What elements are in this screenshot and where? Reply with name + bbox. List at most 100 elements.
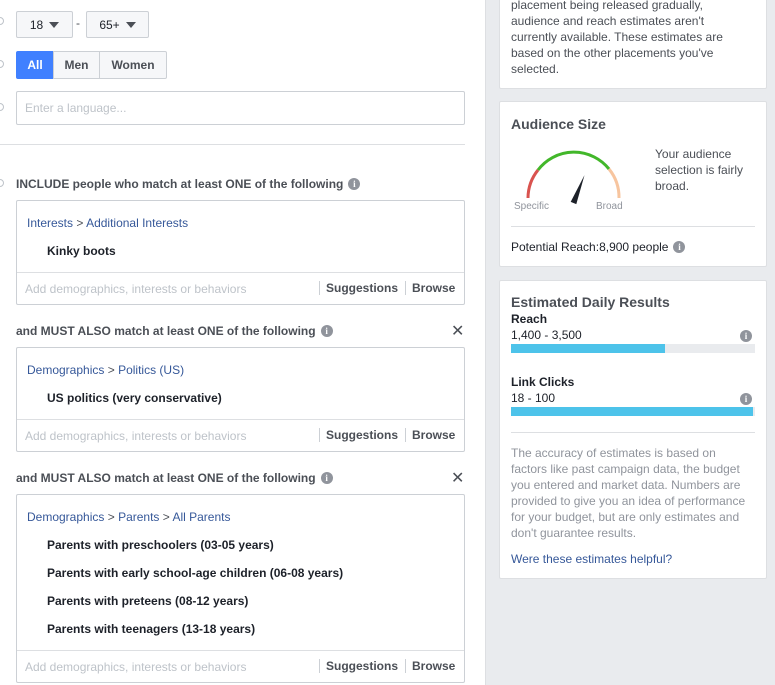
- age-max-select[interactable]: 65+: [86, 11, 149, 38]
- gauge-needle: [570, 175, 585, 205]
- link-clicks-label: Link Clicks: [511, 375, 575, 389]
- include-rule-label: INCLUDE people who match at least ONE of…: [16, 177, 361, 191]
- footer-separator: [319, 281, 320, 295]
- age-separator: -: [76, 16, 80, 30]
- info-icon[interactable]: i: [320, 325, 333, 337]
- gauge-arc-broad: [607, 168, 621, 199]
- potential-reach: Potential Reach:8,900 people i: [511, 240, 686, 254]
- breadcrumb: Demographics > Parents > All Parents: [27, 510, 231, 524]
- placement-note-line: audience and reach estimates aren't: [511, 14, 705, 28]
- info-icon[interactable]: i: [740, 330, 752, 342]
- footer-separator: [319, 659, 320, 673]
- disclaimer-line: provided to give you an idea of performa…: [511, 494, 746, 508]
- placement-note-line: based on the other placements you've: [511, 46, 714, 60]
- add-targeting-input[interactable]: Add demographics, interests or behaviors: [25, 660, 246, 674]
- targeting-item: Parents with preschoolers (03-05 years): [47, 538, 274, 552]
- language-input[interactable]: [16, 91, 465, 125]
- audience-description-line: broad.: [655, 179, 690, 193]
- targeting-box-footer: Add demographics, interests or behaviors…: [17, 650, 464, 682]
- close-icon[interactable]: ✕: [451, 471, 464, 487]
- reach-bar-fill: [511, 344, 665, 353]
- breadcrumb: Interests > Additional Interests: [27, 216, 189, 230]
- browse-button[interactable]: Browse: [412, 659, 455, 673]
- close-icon[interactable]: ✕: [451, 324, 464, 340]
- include-rule-text: INCLUDE people who match at least ONE of…: [16, 177, 344, 191]
- suggestions-button[interactable]: Suggestions: [326, 428, 398, 442]
- placement-note-line: selected.: [511, 62, 560, 76]
- add-targeting-input[interactable]: Add demographics, interests or behaviors: [25, 282, 246, 296]
- reach-label: Reach: [511, 312, 548, 326]
- targeting-box-footer: Add demographics, interests or behaviors…: [17, 419, 464, 451]
- section-divider: [0, 144, 465, 145]
- daily-results-title: Estimated Daily Results: [511, 294, 670, 310]
- link-clicks-bar-fill: [511, 407, 753, 416]
- footer-separator: [405, 281, 406, 295]
- disclaimer-line: The accuracy of estimates is based on: [511, 446, 716, 460]
- breadcrumb: Demographics > Politics (US): [27, 363, 185, 377]
- suggestions-button[interactable]: Suggestions: [326, 659, 398, 673]
- estimates-disclaimer: The accuracy of estimates is based on fa…: [511, 445, 763, 541]
- disclaimer-line: for your budget, but are only estimates …: [511, 510, 740, 524]
- info-icon[interactable]: i: [740, 393, 752, 405]
- language-row-marker: [0, 103, 4, 111]
- targeting-item: Parents with preteens (08-12 years): [47, 594, 249, 608]
- narrow-rule-label: and MUST ALSO match at least ONE of the …: [16, 324, 333, 338]
- add-targeting-input[interactable]: Add demographics, interests or behaviors: [25, 429, 246, 443]
- audience-description: Your audience selection is fairly broad.: [655, 146, 760, 194]
- narrow-rule-label: and MUST ALSO match at least ONE of the …: [16, 471, 333, 485]
- targeting-box-include: Interests > Additional Interests Kinky b…: [16, 200, 465, 305]
- placement-note-card: placement being released gradually, audi…: [499, 0, 767, 89]
- audience-targeting-panel: 18 - 65+ All Men Women INCLUDE people wh…: [0, 0, 485, 685]
- potential-reach-value: 8,900 people: [599, 240, 669, 254]
- audience-description-line: Your audience: [655, 147, 732, 161]
- footer-separator: [405, 428, 406, 442]
- link-clicks-bar: [511, 407, 755, 416]
- audience-gauge: Specific Broad: [514, 150, 623, 212]
- targeting-box-narrow-1: Demographics > Politics (US) US politics…: [16, 347, 465, 452]
- disclaimer-line: factors like past campaign data, the bud…: [511, 462, 740, 476]
- card-divider: [511, 226, 755, 227]
- chevron-down-icon: [49, 21, 60, 28]
- card-divider: [511, 432, 755, 433]
- audience-description-line: selection is fairly: [655, 163, 744, 177]
- reach-bar: [511, 344, 755, 353]
- gender-all-button[interactable]: All: [16, 51, 54, 79]
- breadcrumb-link-interests[interactable]: Interests: [27, 216, 73, 230]
- browse-button[interactable]: Browse: [412, 428, 455, 442]
- audience-size-card: Audience Size Specific Broad Your audien…: [499, 101, 767, 267]
- targeting-box-narrow-2: Demographics > Parents > All Parents Par…: [16, 494, 465, 683]
- age-min-value: 18: [29, 17, 44, 32]
- breadcrumb-link-demographics[interactable]: Demographics: [27, 510, 104, 524]
- gender-selector: All Men Women: [16, 51, 167, 79]
- breadcrumb-link-politics[interactable]: Politics (US): [118, 363, 184, 377]
- breadcrumb-link-demographics[interactable]: Demographics: [27, 363, 104, 377]
- breadcrumb-link-parents[interactable]: Parents: [118, 510, 159, 524]
- detailed-targeting-marker: [0, 179, 4, 187]
- disclaimer-line: you entered and market data. Numbers are: [511, 478, 741, 492]
- info-icon[interactable]: i: [320, 472, 333, 484]
- targeting-item: Kinky boots: [47, 244, 116, 258]
- footer-separator: [319, 428, 320, 442]
- gender-women-button[interactable]: Women: [99, 51, 167, 79]
- info-icon[interactable]: i: [348, 178, 361, 190]
- reach-range: 1,400 - 3,500: [511, 328, 582, 342]
- age-max-value: 65+: [99, 17, 120, 32]
- gauge-arc-middle: [536, 150, 611, 171]
- gender-men-button[interactable]: Men: [53, 51, 100, 79]
- estimates-feedback-link[interactable]: Were these estimates helpful?: [511, 552, 672, 566]
- targeting-box-footer: Add demographics, interests or behaviors…: [17, 272, 464, 304]
- info-icon[interactable]: i: [673, 241, 686, 253]
- link-clicks-range: 18 - 100: [511, 391, 556, 405]
- gauge-arc-specific: [526, 169, 540, 199]
- narrow-rule-text: and MUST ALSO match at least ONE of the …: [16, 471, 316, 485]
- breadcrumb-link-all-parents[interactable]: All Parents: [172, 510, 230, 524]
- breadcrumb-link-additional-interests[interactable]: Additional Interests: [86, 216, 188, 230]
- browse-button[interactable]: Browse: [412, 281, 455, 295]
- suggestions-button[interactable]: Suggestions: [326, 281, 398, 295]
- footer-separator: [405, 659, 406, 673]
- gauge-label-broad: Broad: [596, 201, 623, 212]
- chevron-down-icon: [125, 21, 136, 28]
- disclaimer-line: don't guarantee results.: [511, 526, 637, 540]
- gauge-label-specific: Specific: [514, 201, 549, 212]
- age-min-select[interactable]: 18: [16, 11, 73, 38]
